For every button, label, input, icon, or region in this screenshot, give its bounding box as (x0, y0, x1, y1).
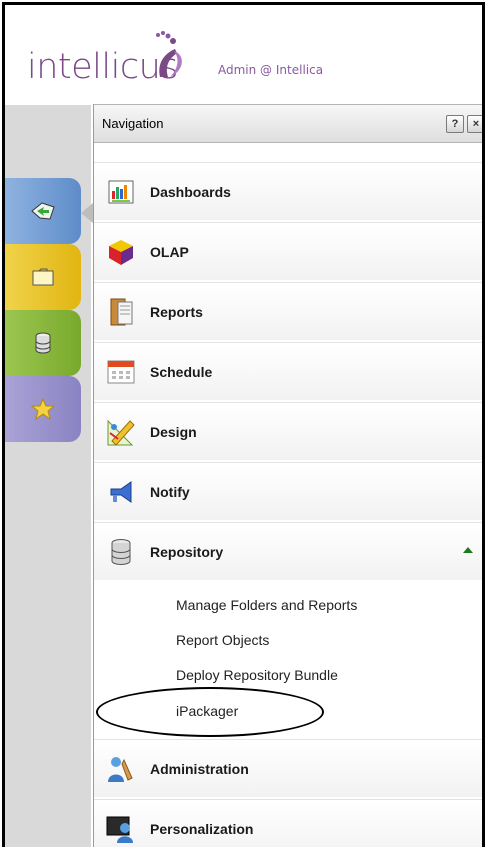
database-icon (106, 537, 136, 567)
intellicus-logo: intellicus (27, 31, 182, 87)
nav-item-notify[interactable]: Notify (94, 462, 482, 520)
nav-item-personalization[interactable]: Personalization (94, 799, 482, 847)
nav-item-label: Schedule (150, 363, 213, 380)
calendar-icon (106, 357, 136, 387)
nav-item-label: Repository (150, 543, 224, 560)
close-button[interactable]: × (467, 114, 482, 133)
app-window: intellicus Admin @ Intellica Navigation … (2, 2, 485, 847)
navigation-tab[interactable] (5, 178, 81, 244)
user-context-label: Admin @ Intellica (218, 63, 324, 77)
dashboard-icon (106, 177, 136, 207)
nav-item-dashboards[interactable]: Dashboards (94, 162, 482, 220)
folder-tab[interactable] (5, 244, 81, 310)
olap-cube-icon (106, 237, 136, 267)
nav-item-administration[interactable]: Administration (94, 739, 482, 797)
help-button[interactable]: ? (446, 114, 464, 133)
panel-title: Navigation (102, 116, 164, 131)
nav-item-label: Personalization (150, 820, 254, 837)
nav-item-label: Notify (150, 483, 190, 500)
database-icon (35, 332, 51, 354)
subitem-report-objects[interactable]: Report Objects (176, 632, 269, 648)
folder-icon (32, 268, 54, 286)
nav-item-olap[interactable]: OLAP (94, 222, 482, 280)
personalization-icon (106, 814, 136, 844)
highlight-ellipse (96, 687, 324, 737)
megaphone-icon (106, 477, 136, 507)
arrow-icon (31, 202, 55, 220)
nav-item-label: Dashboards (150, 183, 231, 200)
subitem-manage-folders[interactable]: Manage Folders and Reports (176, 597, 357, 613)
star-icon (31, 398, 55, 420)
repository-tab[interactable] (5, 310, 81, 376)
nav-item-reports[interactable]: Reports (94, 282, 482, 340)
nav-item-repository[interactable]: Repository (94, 522, 482, 580)
logo-mark-icon (156, 31, 182, 77)
subitem-deploy-repository-bundle[interactable]: Deploy Repository Bundle (176, 667, 338, 683)
collapse-arrow-icon[interactable] (463, 547, 473, 553)
favorites-tab[interactable] (5, 376, 81, 442)
nav-item-label: Design (150, 423, 197, 440)
admin-icon (106, 754, 136, 784)
nav-item-label: OLAP (150, 243, 189, 260)
side-tab-bar (5, 178, 81, 442)
nav-item-schedule[interactable]: Schedule (94, 342, 482, 400)
nav-item-label: Administration (150, 760, 249, 777)
active-tab-pointer (81, 203, 93, 223)
nav-item-design[interactable]: Design (94, 402, 482, 460)
nav-item-label: Reports (150, 303, 203, 320)
navigation-panel-header: Navigation ? × (94, 104, 482, 143)
design-icon (106, 417, 136, 447)
navigation-panel: Navigation ? × Dashboards OLAP Reports S… (93, 104, 482, 847)
reports-icon (106, 297, 136, 327)
